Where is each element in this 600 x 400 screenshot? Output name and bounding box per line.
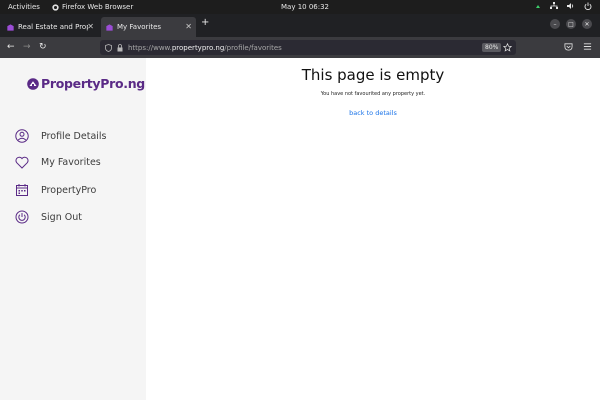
minimize-button[interactable]: – (550, 19, 560, 29)
bookmark-star-icon[interactable] (503, 43, 512, 52)
power-menu-icon[interactable] (584, 2, 592, 10)
zoom-level[interactable]: 80% (482, 43, 502, 52)
sidebar-item-label: My Favorites (41, 157, 101, 168)
app-menu[interactable]: Firefox Web Browser (52, 3, 133, 11)
firefox-icon (52, 3, 59, 11)
sidebar-item-sign-out[interactable]: Sign Out (15, 210, 82, 224)
power-icon (15, 210, 29, 224)
lock-icon[interactable] (117, 43, 123, 52)
close-tab-icon[interactable]: ✕ (185, 22, 192, 31)
new-tab-button[interactable]: + (201, 17, 209, 28)
activities-button[interactable]: Activities (8, 3, 40, 11)
app-name: Firefox Web Browser (62, 3, 134, 11)
heart-icon (15, 156, 29, 169)
pocket-icon[interactable] (564, 42, 573, 51)
tab-strip: Real Estate and Property ✕ My Favorites … (0, 14, 600, 37)
close-window-button[interactable]: ✕ (582, 19, 592, 29)
close-tab-icon[interactable]: ✕ (87, 22, 94, 31)
sidebar-item-label: Profile Details (41, 130, 107, 142)
url-path: /profile/favorites (224, 43, 282, 52)
window-controls: – □ ✕ (550, 19, 592, 29)
url-host: propertypro.ng (171, 43, 225, 52)
url-prefix: https://www. (128, 43, 172, 52)
reload-button[interactable]: ↻ (39, 42, 47, 52)
back-button[interactable]: ← (7, 42, 15, 52)
clock[interactable]: May 10 06:32 (281, 3, 329, 11)
calendar-icon (16, 184, 28, 196)
sidebar-item-my-favorites[interactable]: My Favorites (15, 156, 101, 169)
shield-icon[interactable] (105, 43, 112, 52)
propertypro-logo[interactable]: PropertyPro.ng (27, 76, 145, 91)
empty-state-title: This page is empty (301, 66, 445, 84)
url-bar[interactable]: https://www.propertypro.ng/profile/favor… (100, 40, 516, 55)
sidebar-item-label: PropertyPro (41, 184, 97, 196)
sidebar-item-label: Sign Out (41, 211, 82, 223)
navigation-bar: ← → ↻ https://www.propertypro.ng/profile… (0, 37, 600, 58)
propertypro-favicon-icon (7, 23, 14, 31)
tab-label: Real Estate and Property (18, 23, 88, 31)
volume-icon[interactable] (567, 2, 575, 10)
tab-real-estate[interactable]: Real Estate and Property ✕ (2, 17, 98, 37)
maximize-button[interactable]: □ (566, 19, 576, 29)
forward-button[interactable]: → (23, 42, 31, 52)
hamburger-menu-icon[interactable] (583, 42, 592, 51)
empty-state-message: You have not favourited any property yet… (320, 91, 426, 97)
network-icon[interactable] (550, 2, 558, 10)
back-to-details-link[interactable]: back to details (146, 109, 600, 117)
system-top-bar: Activities Firefox Web Browser May 10 06… (0, 0, 600, 14)
network-activity-icon[interactable] (535, 3, 541, 10)
sidebar (0, 58, 146, 400)
sidebar-item-profile-details[interactable]: Profile Details (15, 129, 107, 143)
propertypro-logo-icon (27, 77, 39, 90)
tab-my-favorites[interactable]: My Favorites ✕ (101, 17, 196, 37)
url-text: https://www.propertypro.ng/profile/favor… (128, 44, 282, 52)
tab-label: My Favorites (117, 23, 162, 31)
sidebar-item-propertypro[interactable]: PropertyPro (15, 183, 96, 197)
logo-text: PropertyPro.ng (41, 76, 145, 91)
propertypro-favicon-icon (106, 23, 113, 31)
person-circle-icon (15, 129, 29, 143)
